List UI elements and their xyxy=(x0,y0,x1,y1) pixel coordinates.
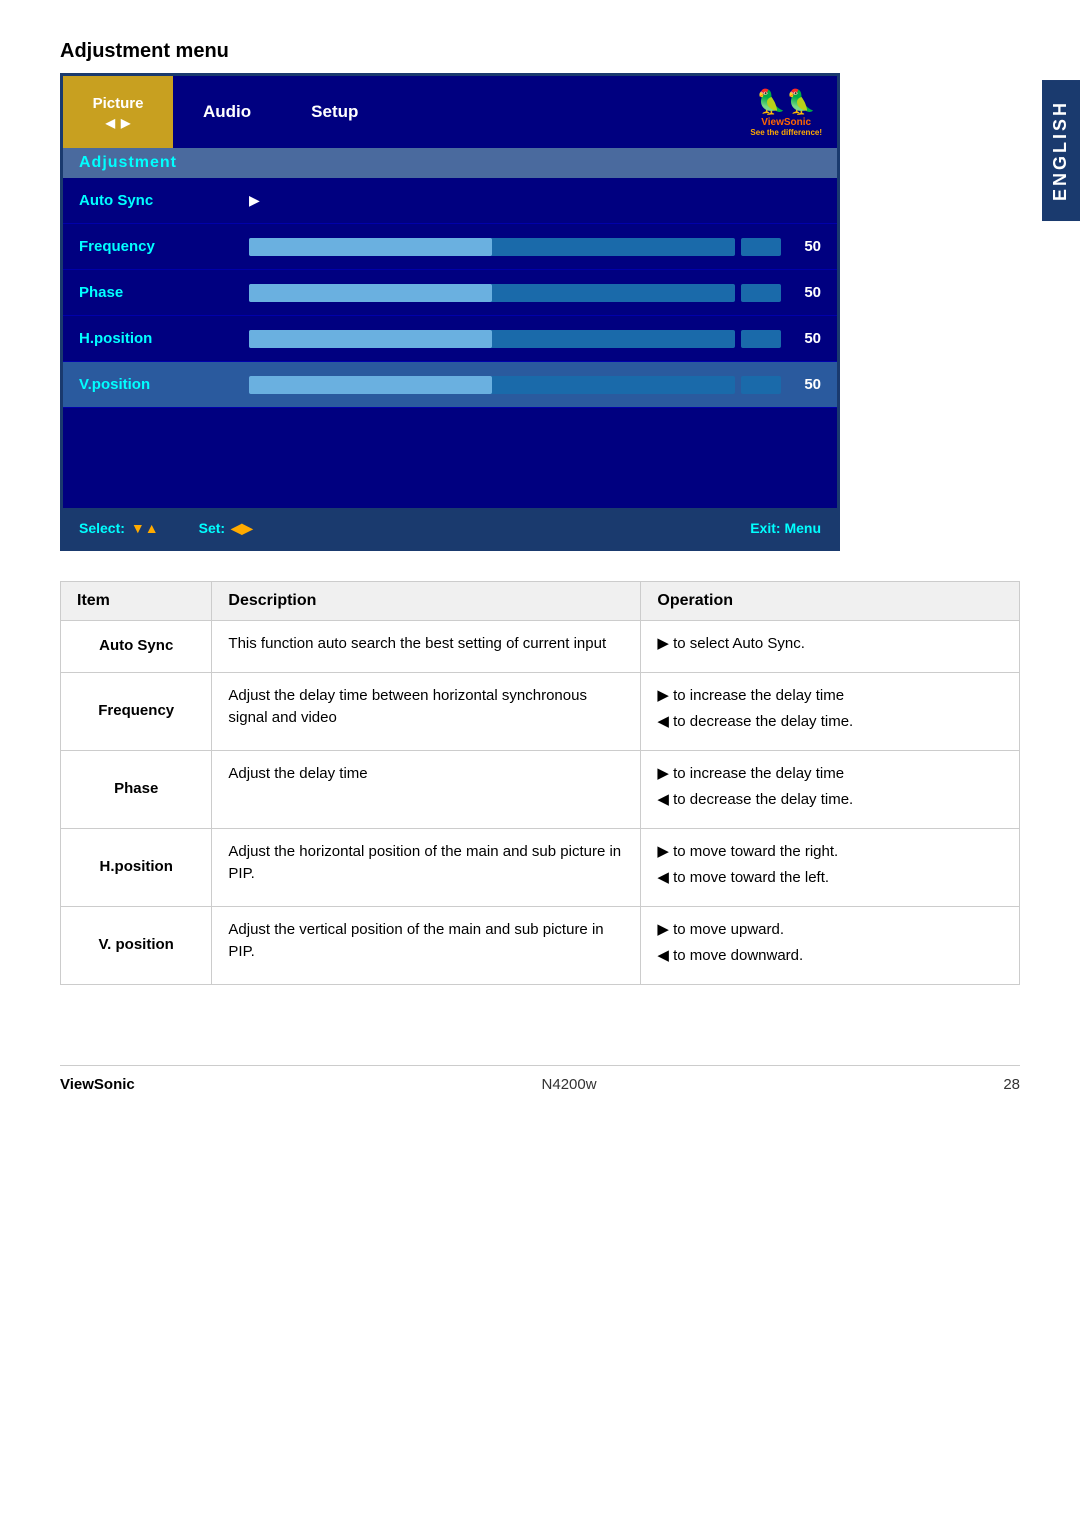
viewsonic-brand-label: ViewSonic xyxy=(750,117,822,128)
phase-value: 50 xyxy=(781,284,821,301)
language-tab: ENGLISH xyxy=(1042,80,1080,221)
op-line: ▶ to increase the delay time xyxy=(657,763,1003,786)
tab-setup-label: Setup xyxy=(311,102,358,122)
tab-audio[interactable]: Audio xyxy=(173,76,281,148)
arrow-right-icon: ▶ xyxy=(121,116,130,130)
desc-vposition: Adjust the vertical position of the main… xyxy=(212,906,641,984)
bottom-select-label: Select: xyxy=(79,520,125,536)
tab-setup[interactable]: Setup xyxy=(281,76,388,148)
vposition-bar xyxy=(249,376,735,394)
tab-viewsonic: 🦜🦜 ViewSonic See the difference! xyxy=(735,76,837,148)
table-row: H.position Adjust the horizontal positio… xyxy=(61,828,1020,906)
menu-row-vposition[interactable]: V.position 50 xyxy=(63,362,837,408)
tab-picture-label: Picture xyxy=(93,95,144,112)
menu-row-phase[interactable]: Phase 50 xyxy=(63,270,837,316)
hposition-value: 50 xyxy=(781,330,821,347)
viewsonic-tagline: See the difference! xyxy=(750,128,822,137)
item-autosync: Auto Sync xyxy=(61,621,212,673)
op-phase: ▶ to increase the delay time ◀ to decrea… xyxy=(641,750,1020,828)
op-line: ▶ to move toward the right. xyxy=(657,841,1003,864)
item-phase: Phase xyxy=(61,750,212,828)
page-container: ENGLISH Adjustment menu Picture ◀ ▶ Audi… xyxy=(0,0,1080,1528)
desc-frequency: Adjust the delay time between horizontal… xyxy=(212,672,641,750)
op-frequency: ▶ to increase the delay time ◀ to decrea… xyxy=(641,672,1020,750)
menu-rows: Auto Sync ▶ Frequency 50 Phase xyxy=(63,178,837,508)
menu-row-hposition[interactable]: H.position 50 xyxy=(63,316,837,362)
tab-picture[interactable]: Picture ◀ ▶ xyxy=(63,76,173,148)
menu-row-autosync[interactable]: Auto Sync ▶ xyxy=(63,178,837,224)
bottom-set-arrows-icon: ◀▶ xyxy=(231,520,253,537)
monitor-display: Picture ◀ ▶ Audio Setup 🦜🦜 ViewSonic See… xyxy=(60,73,840,551)
hposition-bar xyxy=(249,330,735,348)
footer-brand: ViewSonic xyxy=(60,1076,135,1093)
frequency-value: 50 xyxy=(781,238,821,255)
phase-bar-gap xyxy=(741,284,781,302)
tab-audio-label: Audio xyxy=(203,102,251,122)
page-title: Adjustment menu xyxy=(60,40,1020,63)
menu-row-autosync-arrow: ▶ xyxy=(249,192,260,209)
phase-bar xyxy=(249,284,735,302)
op-line: ▶ to move upward. xyxy=(657,919,1003,942)
op-line: ◀ to move downward. xyxy=(657,945,1003,968)
menu-row-hposition-label: H.position xyxy=(79,330,239,347)
menu-row-frequency-label: Frequency xyxy=(79,238,239,255)
op-line: ▶ to select Auto Sync. xyxy=(657,633,1003,656)
monitor-bottom-bar: Select: ▼▲ Set: ◀▶ Exit: Menu xyxy=(63,508,837,548)
op-hposition: ▶ to move toward the right. ◀ to move to… xyxy=(641,828,1020,906)
col-header-operation: Operation xyxy=(641,582,1020,621)
table-row: Phase Adjust the delay time ▶ to increas… xyxy=(61,750,1020,828)
vposition-bar-container xyxy=(249,376,781,394)
adjustment-header: Adjustment xyxy=(63,148,837,178)
footer-page-number: 28 xyxy=(1003,1076,1020,1093)
col-header-description: Description xyxy=(212,582,641,621)
empty-info-area xyxy=(63,408,837,508)
viewsonic-birds-icon: 🦜🦜 xyxy=(750,88,822,117)
table-row: Frequency Adjust the delay time between … xyxy=(61,672,1020,750)
op-autosync: ▶ to select Auto Sync. xyxy=(641,621,1020,673)
op-line: ◀ to decrease the delay time. xyxy=(657,789,1003,812)
op-line: ▶ to increase the delay time xyxy=(657,685,1003,708)
menu-row-autosync-label: Auto Sync xyxy=(79,192,239,209)
arrow-left-icon: ◀ xyxy=(106,116,115,130)
desc-autosync: This function auto search the best setti… xyxy=(212,621,641,673)
item-frequency: Frequency xyxy=(61,672,212,750)
hposition-bar-fill xyxy=(249,330,492,348)
menu-row-frequency[interactable]: Frequency 50 xyxy=(63,224,837,270)
phase-bar-container xyxy=(249,284,781,302)
phase-bar-fill xyxy=(249,284,492,302)
item-vposition: V. position xyxy=(61,906,212,984)
col-header-item: Item xyxy=(61,582,212,621)
frequency-bar-container xyxy=(249,238,781,256)
footer: ViewSonic N4200w 28 xyxy=(60,1065,1020,1093)
frequency-bar-fill xyxy=(249,238,492,256)
op-line: ◀ to move toward the left. xyxy=(657,867,1003,890)
frequency-bar-gap xyxy=(741,238,781,256)
bottom-exit: Exit: Menu xyxy=(750,520,821,536)
op-line: ◀ to decrease the delay time. xyxy=(657,711,1003,734)
bottom-set: Set: ◀▶ xyxy=(199,520,253,537)
menu-row-phase-label: Phase xyxy=(79,284,239,301)
hposition-bar-container xyxy=(249,330,781,348)
menu-row-vposition-label: V.position xyxy=(79,376,239,393)
bottom-set-label: Set: xyxy=(199,520,225,536)
vposition-value: 50 xyxy=(781,376,821,393)
monitor-tab-bar: Picture ◀ ▶ Audio Setup 🦜🦜 ViewSonic See… xyxy=(63,76,837,148)
hposition-bar-gap xyxy=(741,330,781,348)
info-table: Item Description Operation Auto Sync Thi… xyxy=(60,581,1020,985)
item-hposition: H.position xyxy=(61,828,212,906)
frequency-bar xyxy=(249,238,735,256)
vposition-bar-gap xyxy=(741,376,781,394)
op-vposition: ▶ to move upward. ◀ to move downward. xyxy=(641,906,1020,984)
desc-phase: Adjust the delay time xyxy=(212,750,641,828)
footer-model: N4200w xyxy=(542,1076,597,1093)
bottom-select-arrows-icon: ▼▲ xyxy=(131,520,159,536)
bottom-select: Select: ▼▲ xyxy=(79,520,159,536)
vposition-bar-fill xyxy=(249,376,492,394)
table-row: V. position Adjust the vertical position… xyxy=(61,906,1020,984)
table-row: Auto Sync This function auto search the … xyxy=(61,621,1020,673)
desc-hposition: Adjust the horizontal position of the ma… xyxy=(212,828,641,906)
